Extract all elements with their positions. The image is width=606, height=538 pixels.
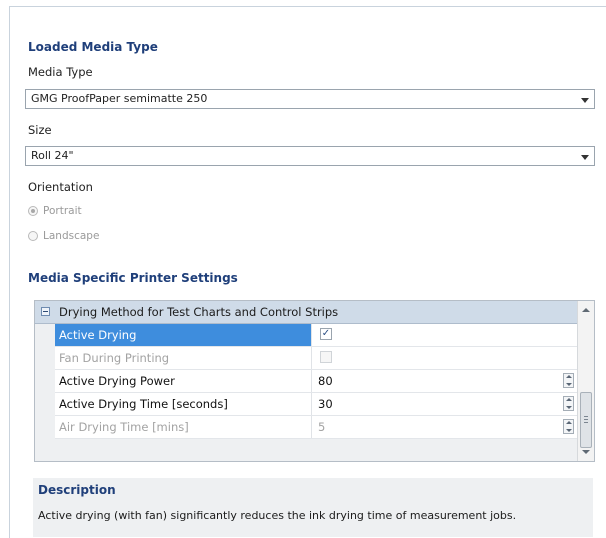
printer-settings-heading: Media Specific Printer Settings: [28, 271, 238, 285]
property-value-text: 30: [318, 397, 333, 411]
size-value: Roll 24": [31, 149, 74, 162]
grip-line: [584, 419, 588, 420]
arrow-down-icon[interactable]: [582, 450, 590, 454]
property-name: Fan During Printing: [55, 347, 312, 369]
loaded-media-heading: Loaded Media Type: [28, 40, 158, 54]
property-row-active-drying-power[interactable]: Active Drying Power 80: [55, 370, 578, 393]
size-label: Size: [28, 123, 52, 137]
minus-box-icon[interactable]: [41, 307, 50, 316]
spin-arrows-icon[interactable]: [563, 373, 574, 388]
description-heading: Description: [38, 483, 116, 497]
property-name: Active Drying Time [seconds]: [55, 393, 312, 415]
spin-arrows-icon: [563, 419, 574, 434]
radio-label: Landscape: [43, 230, 100, 242]
property-row-active-drying[interactable]: Active Drying ✓: [55, 324, 578, 347]
fan-during-printing-checkbox: [320, 351, 332, 363]
radio-unselected-icon: [28, 231, 38, 241]
grip-line: [584, 416, 588, 417]
property-row-air-drying-time[interactable]: Air Drying Time [mins] 5: [55, 416, 578, 439]
property-group-header[interactable]: Drying Method for Test Charts and Contro…: [35, 301, 578, 324]
property-name: Active Drying: [55, 324, 312, 346]
property-group-label: Drying Method for Test Charts and Contro…: [59, 305, 339, 319]
active-drying-time-input[interactable]: 30: [313, 393, 578, 415]
chevron-down-icon: [581, 155, 589, 160]
property-name: Active Drying Power: [55, 370, 312, 392]
chevron-down-icon: [581, 98, 589, 103]
description-text: Active drying (with fan) significantly r…: [38, 509, 517, 522]
air-drying-time-input: 5: [313, 416, 578, 438]
property-value-text: 80: [318, 374, 333, 388]
property-row-fan-during-printing[interactable]: Fan During Printing: [55, 347, 578, 370]
property-grid-scrollbar[interactable]: [577, 301, 594, 461]
scrollbar-thumb[interactable]: [580, 392, 592, 448]
property-value-text: 5: [318, 420, 326, 434]
property-value: [313, 347, 578, 369]
property-value: ✓: [313, 324, 578, 346]
size-dropdown[interactable]: Roll 24": [25, 146, 595, 166]
check-icon: ✓: [321, 328, 331, 339]
media-type-value: GMG ProofPaper semimatte 250: [31, 92, 208, 105]
grip-line: [584, 422, 588, 423]
active-drying-power-input[interactable]: 80: [313, 370, 578, 392]
orientation-label: Orientation: [28, 180, 93, 194]
spin-arrows-icon[interactable]: [563, 396, 574, 411]
media-type-dropdown[interactable]: GMG ProofPaper semimatte 250: [25, 89, 595, 109]
property-grid: Drying Method for Test Charts and Contro…: [34, 300, 595, 462]
media-type-label: Media Type: [28, 65, 93, 79]
description-panel: Description Active drying (with fan) sig…: [33, 478, 593, 537]
radio-label: Portrait: [43, 205, 82, 217]
arrow-up-icon[interactable]: [582, 308, 590, 312]
property-name: Air Drying Time [mins]: [55, 416, 312, 438]
radio-selected-icon: [28, 206, 38, 216]
active-drying-checkbox[interactable]: ✓: [320, 328, 332, 340]
property-row-active-drying-time[interactable]: Active Drying Time [seconds] 30: [55, 393, 578, 416]
